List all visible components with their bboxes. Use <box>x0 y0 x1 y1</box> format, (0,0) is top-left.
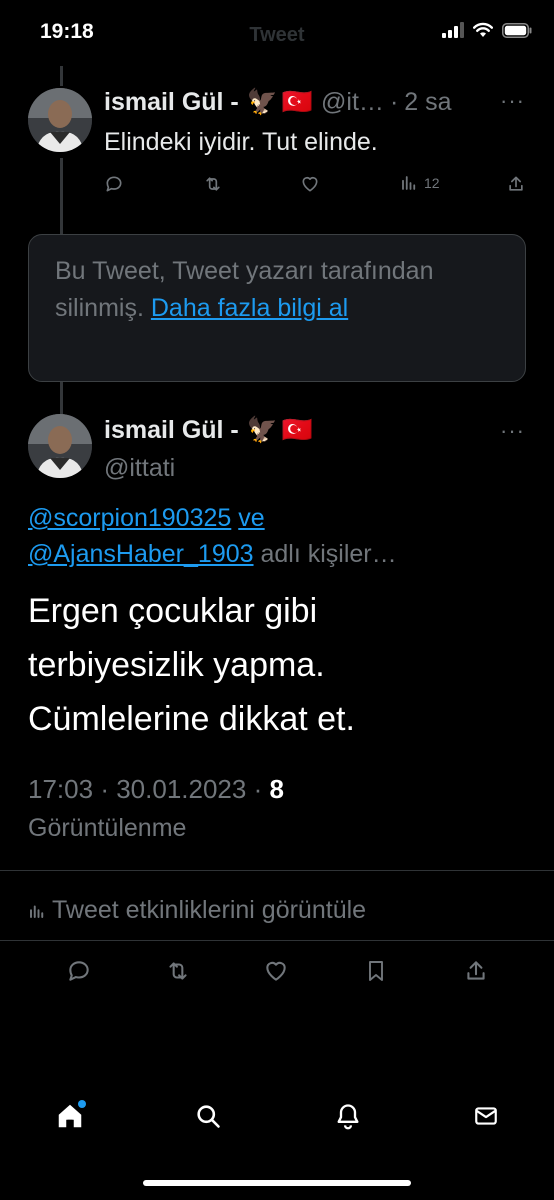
divider <box>0 870 554 871</box>
bookmark-icon <box>369 961 383 981</box>
reply-mention-link[interactable]: @scorpion190325 <box>28 504 231 532</box>
retweet-icon <box>206 177 220 191</box>
share-button[interactable] <box>506 174 526 194</box>
thread-line-parent <box>60 158 63 234</box>
tweet-text-line: Cümlelerine dikkat et. <box>28 700 355 738</box>
reply-mention-link[interactable]: @AjansHaber_1903 <box>28 540 254 568</box>
bell-icon <box>337 1104 359 1130</box>
tweet-timestamp: 17:03 · 30.01.2023 · 8 <box>28 774 284 805</box>
reply-connector[interactable]: ve <box>238 504 264 532</box>
views-count[interactable]: 8 <box>270 774 284 804</box>
retweet-button[interactable] <box>164 958 192 984</box>
more-options-icon[interactable]: ··· <box>500 418 525 444</box>
share-button[interactable] <box>463 958 489 984</box>
like-button[interactable] <box>263 958 289 984</box>
analytics-icon <box>30 905 44 918</box>
reply-suffix[interactable]: adlı kişiler… <box>260 540 396 568</box>
view-tweet-analytics[interactable]: Tweet etkinliklerini görüntüle <box>28 896 366 925</box>
tweet-time[interactable]: 17:03 <box>28 774 93 804</box>
heart-icon <box>266 961 286 981</box>
search-icon <box>197 1105 220 1128</box>
reply-icon <box>106 176 122 192</box>
views-count: 12 <box>424 175 440 191</box>
tweet-date[interactable]: 30.01.2023 <box>116 774 246 804</box>
battery-icon <box>502 22 532 38</box>
more-options-icon[interactable]: ··· <box>500 88 525 114</box>
reply-icon <box>69 961 89 981</box>
home-notification-dot <box>78 1100 86 1108</box>
handle[interactable]: @ittati <box>104 454 175 483</box>
main-action-bar <box>0 958 554 988</box>
parent-action-bar: 12 <box>98 174 538 202</box>
retweet-icon <box>169 962 187 980</box>
reply-button[interactable] <box>104 174 124 194</box>
eagle-emoji-icon: 🦅 <box>246 88 278 116</box>
avatar[interactable] <box>28 414 92 478</box>
display-name[interactable]: ismail Gül - <box>104 416 239 445</box>
tweet-text: Elindeki iyidir. Tut elinde. <box>104 128 378 156</box>
tweet-text-line: terbiyesizlik yapma. <box>28 646 325 684</box>
main-name-row[interactable]: ismail Gül - 🦅 🇹🇷 <box>104 416 313 445</box>
avatar-image <box>28 88 92 152</box>
retweet-button[interactable] <box>202 174 224 194</box>
mail-icon <box>475 1107 497 1125</box>
nav-messages[interactable] <box>466 1096 506 1136</box>
nav-home[interactable] <box>50 1096 90 1136</box>
nav-search[interactable] <box>188 1096 228 1136</box>
signal-icon <box>442 22 464 38</box>
thread-line-top <box>60 66 63 86</box>
share-icon <box>509 176 523 191</box>
separator-dot: · <box>389 88 399 116</box>
like-button[interactable] <box>300 174 320 194</box>
nav-notifications[interactable] <box>328 1096 368 1136</box>
eagle-emoji-icon: 🦅 <box>246 416 278 444</box>
views-label[interactable]: Görüntülenme <box>28 814 186 843</box>
separator-dot: · <box>253 774 263 804</box>
analytics-label[interactable]: Tweet etkinliklerini görüntüle <box>52 896 366 925</box>
display-name[interactable]: ismail Gül - <box>104 88 239 117</box>
bottom-navigation <box>0 1096 554 1152</box>
deleted-tweet-notice: Bu Tweet, Tweet yazarı tarafından silinm… <box>28 234 526 382</box>
heart-icon <box>302 176 318 192</box>
tweet-text-line: Ergen çocuklar gibi <box>28 592 318 630</box>
tweet-time[interactable]: 2 sa <box>404 88 451 117</box>
wifi-icon <box>473 22 493 37</box>
home-indicator[interactable] <box>143 1180 411 1186</box>
replying-to: @scorpion190325 ve @AjansHaber_1903 adlı… <box>28 500 397 572</box>
thread-line-main <box>60 382 63 414</box>
status-icons <box>442 22 532 38</box>
share-icon <box>467 961 485 980</box>
tweet-text: Ergen çocuklar gibi terbiyesizlik yapma.… <box>28 584 528 746</box>
separator-dot: · <box>100 774 109 804</box>
analytics-icon <box>402 176 416 190</box>
divider <box>0 940 554 941</box>
handle[interactable]: @it… <box>321 88 384 117</box>
views-button[interactable]: 12 <box>400 174 440 192</box>
parent-name-row[interactable]: ismail Gül - 🦅 🇹🇷 @it… · 2 sa <box>104 88 452 117</box>
avatar-image <box>28 414 92 478</box>
turkey-flag-icon: 🇹🇷 <box>281 416 314 444</box>
reply-button[interactable] <box>66 958 92 984</box>
bookmark-button[interactable] <box>364 958 388 984</box>
avatar[interactable] <box>28 88 92 152</box>
turkey-flag-icon: 🇹🇷 <box>281 88 314 116</box>
learn-more-link[interactable]: Daha fazla bilgi al <box>151 294 348 322</box>
